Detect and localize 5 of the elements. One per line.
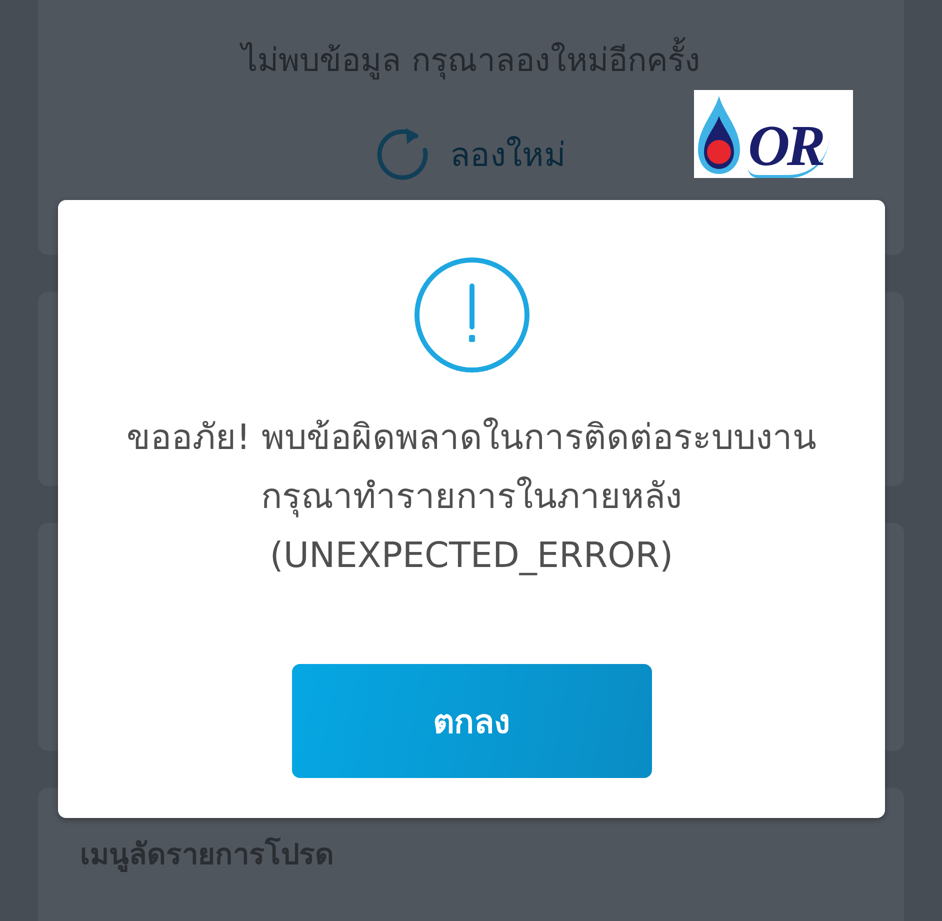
logo-text: OR (748, 117, 829, 178)
error-message: ขออภัย! พบข้อผิดพลาดในการติดต่อระบบงาน กรุณาทำรายการในภายหลัง (UNEXPECTED_ERROR) (126, 416, 817, 578)
ok-button[interactable]: ตกลง (292, 664, 652, 778)
retry-button[interactable]: ลองใหม่ (376, 124, 566, 184)
exclamation-circle-icon (414, 257, 530, 373)
